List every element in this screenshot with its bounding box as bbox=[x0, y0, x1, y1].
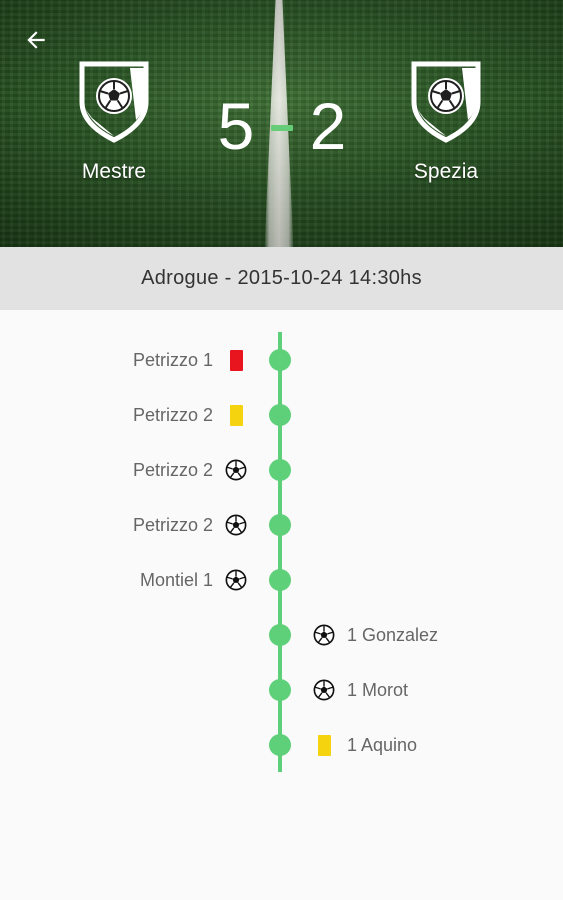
event-player: Petrizzo 1 bbox=[132, 350, 213, 370]
timeline-dot bbox=[269, 569, 291, 591]
home-team-crest-icon bbox=[79, 61, 149, 143]
timeline-event[interactable]: 1 Morot bbox=[0, 670, 563, 710]
event-player: Petrizzo 2 bbox=[132, 515, 213, 535]
away-team[interactable]: Spezia bbox=[376, 58, 516, 184]
soccer-ball-icon bbox=[224, 458, 248, 482]
match-events-timeline: Petrizzo 1 Petrizzo 2 Petrizzo 2 Petrizz… bbox=[0, 310, 563, 900]
away-team-name: Spezia bbox=[413, 160, 479, 183]
match-header: Mestre 5 2 Spezia bbox=[0, 0, 563, 247]
timeline-event[interactable]: Petrizzo 2 bbox=[0, 450, 563, 490]
event-player: Montiel 1 bbox=[139, 570, 213, 590]
soccer-ball-icon bbox=[312, 623, 336, 647]
red-card-icon bbox=[224, 348, 248, 372]
timeline-dot bbox=[269, 514, 291, 536]
score-separator bbox=[271, 125, 293, 131]
timeline-event[interactable]: Petrizzo 1 bbox=[0, 340, 563, 380]
match-info-bar: Adrogue - 2015-10-24 14:30hs bbox=[0, 247, 563, 310]
timeline-dot bbox=[269, 459, 291, 481]
event-player: 1 Gonzalez bbox=[347, 625, 439, 645]
timeline-event[interactable]: 1 Gonzalez bbox=[0, 615, 563, 655]
back-button[interactable] bbox=[18, 22, 54, 58]
home-score: 5 bbox=[217, 89, 255, 163]
event-player: Petrizzo 2 bbox=[132, 460, 213, 480]
match-venue-datetime: Adrogue - 2015-10-24 14:30hs bbox=[141, 267, 422, 289]
home-team-name: Mestre bbox=[81, 160, 147, 183]
yellow-card-icon bbox=[224, 403, 248, 427]
yellow-card-icon bbox=[312, 733, 336, 757]
timeline-dot bbox=[269, 679, 291, 701]
timeline-event[interactable]: Montiel 1 bbox=[0, 560, 563, 600]
timeline-dot bbox=[269, 349, 291, 371]
away-team-crest-icon bbox=[411, 61, 481, 143]
scoreline: 5 2 bbox=[212, 86, 352, 166]
timeline-dot bbox=[269, 734, 291, 756]
soccer-ball-icon bbox=[312, 678, 336, 702]
away-score: 2 bbox=[309, 89, 347, 163]
timeline-event[interactable]: Petrizzo 2 bbox=[0, 505, 563, 545]
home-team[interactable]: Mestre bbox=[44, 58, 184, 184]
soccer-ball-icon bbox=[224, 568, 248, 592]
timeline-event[interactable]: 1 Aquino bbox=[0, 725, 563, 765]
soccer-ball-icon bbox=[224, 513, 248, 537]
event-player: Petrizzo 2 bbox=[132, 405, 213, 425]
timeline-event[interactable]: Petrizzo 2 bbox=[0, 395, 563, 435]
arrow-left-icon bbox=[27, 31, 45, 49]
timeline-dot bbox=[269, 404, 291, 426]
event-player: 1 Aquino bbox=[347, 735, 418, 755]
timeline-dot bbox=[269, 624, 291, 646]
event-player: 1 Morot bbox=[347, 680, 409, 700]
